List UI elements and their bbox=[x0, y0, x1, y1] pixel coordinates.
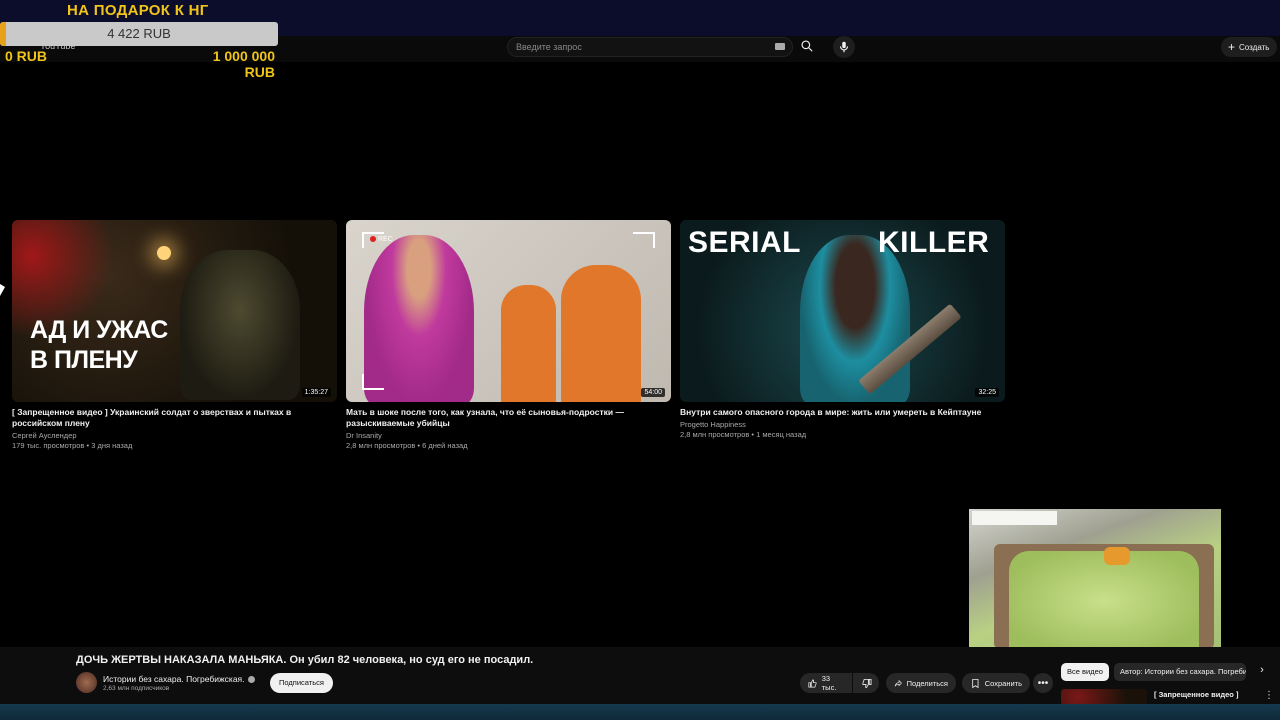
donation-min-label: 0 RUB bbox=[5, 48, 48, 64]
channel-avatar[interactable] bbox=[76, 672, 97, 693]
like-count: 33 тыс. bbox=[821, 674, 837, 692]
thumbnail-art bbox=[180, 250, 300, 400]
create-button[interactable]: + Создать bbox=[1221, 37, 1277, 57]
webcam-overlay bbox=[969, 509, 1221, 651]
related-video-thumbnail[interactable] bbox=[1061, 689, 1147, 705]
save-button[interactable]: Сохранить bbox=[962, 673, 1030, 693]
channel-name[interactable]: Dr Insanity bbox=[346, 431, 671, 441]
subscriber-count: 2,63 млн подписчиков bbox=[103, 685, 170, 692]
video-thumbnail[interactable]: SERIAL KILLER 32:25 bbox=[680, 220, 1005, 402]
share-label: Поделиться bbox=[906, 678, 948, 688]
video-meta: 179 тыс. просмотров • 3 дня назад bbox=[12, 441, 133, 450]
donation-current-amount: 4 422 RUB bbox=[107, 26, 171, 41]
now-playing-title[interactable]: ДОЧЬ ЖЕРТВЫ НАКАЗАЛА МАНЬЯКА. Он убил 82… bbox=[76, 654, 533, 666]
channel-name-text: Истории без сахара. Погребижская. bbox=[103, 674, 245, 684]
video-title[interactable]: Внутри самого опасного города в мире: жи… bbox=[680, 407, 1005, 418]
more-actions-button[interactable]: ••• bbox=[1033, 673, 1053, 693]
channel-name[interactable]: Progetto Happiness bbox=[680, 420, 1005, 430]
thumbnail-caption-line: SERIAL bbox=[688, 226, 802, 259]
subscribe-button[interactable]: Подписаться bbox=[270, 673, 333, 693]
video-duration: 1:35:27 bbox=[301, 388, 331, 397]
channel-name[interactable]: Сергей Ауслендер bbox=[12, 431, 337, 441]
video-meta: 2,8 млн просмотров • 6 дней назад bbox=[346, 441, 468, 450]
share-button[interactable]: Поделиться bbox=[886, 673, 956, 693]
webcam-window bbox=[972, 511, 1057, 525]
search-button[interactable] bbox=[795, 36, 819, 56]
video-title[interactable]: [ Запрещенное видео ] Украинский солдат … bbox=[12, 407, 337, 429]
search-placeholder: Введите запрос bbox=[516, 42, 582, 52]
keyboard-icon[interactable] bbox=[775, 43, 785, 50]
thumbnail-caption-line: В ПЛЕНУ bbox=[30, 346, 138, 374]
search-icon bbox=[801, 40, 813, 52]
video-card[interactable]: REC 54:00 Мать в шоке после того, как уз… bbox=[346, 220, 671, 451]
thumbnail-art bbox=[501, 285, 556, 402]
thumbnail-caption-line: АД И УЖАС bbox=[30, 316, 168, 344]
thumbnail-caption: АД И УЖАС В ПЛЕНУ bbox=[30, 315, 168, 375]
viewfinder-corner bbox=[362, 232, 384, 248]
more-vertical-icon[interactable]: ⋮ bbox=[1264, 690, 1274, 701]
webcam-pillow bbox=[1104, 547, 1130, 565]
video-thumbnail[interactable]: REC 54:00 bbox=[346, 220, 671, 402]
related-video-title[interactable]: [ Запрещенное видео ] bbox=[1154, 690, 1254, 700]
voice-search-button[interactable] bbox=[833, 36, 855, 58]
now-playing-channel[interactable]: Истории без сахара. Погребижская. bbox=[103, 674, 255, 684]
donation-goal-title: НА ПОДАРОК К НГ bbox=[67, 2, 209, 19]
search-input[interactable]: Введите запрос bbox=[507, 37, 793, 57]
viewfinder-corner bbox=[362, 374, 384, 390]
more-horizontal-icon: ••• bbox=[1037, 677, 1049, 689]
verified-icon bbox=[247, 676, 255, 684]
viewfinder-corner bbox=[633, 232, 655, 248]
chip-author[interactable]: Автор: Истории без сахара. Погребижская. bbox=[1114, 663, 1246, 681]
chip-all-videos[interactable]: Все видео bbox=[1061, 663, 1109, 681]
like-button[interactable]: 33 тыс. bbox=[800, 673, 852, 693]
create-label: Создать bbox=[1239, 42, 1270, 52]
thumbnail-art bbox=[800, 235, 910, 402]
share-icon bbox=[894, 679, 902, 687]
thumbnail-art bbox=[157, 246, 171, 260]
thumbnail-caption-line: KILLER bbox=[878, 226, 990, 259]
bookmark-icon bbox=[972, 678, 979, 688]
donation-max-label: 1 000 000 RUB bbox=[212, 48, 275, 80]
video-meta: 2,8 млн просмотров • 1 месяц назад bbox=[680, 430, 807, 439]
video-duration: 32:25 bbox=[975, 388, 999, 397]
webcam-bedsheet bbox=[1009, 551, 1199, 651]
microphone-icon bbox=[839, 41, 849, 53]
video-card[interactable]: АД И УЖАС В ПЛЕНУ 1:35:27 [ Запрещенное … bbox=[12, 220, 337, 451]
plus-icon: + bbox=[1228, 40, 1236, 54]
video-card[interactable]: SERIAL KILLER 32:25 Внутри самого опасно… bbox=[680, 220, 1005, 440]
video-duration: 54:00 bbox=[641, 388, 665, 397]
chevron-right-icon[interactable]: › bbox=[1255, 664, 1269, 680]
os-taskbar bbox=[0, 704, 1280, 720]
thumbnail-art bbox=[561, 265, 641, 402]
save-label: Сохранить bbox=[984, 678, 1022, 688]
thumbs-up-icon bbox=[808, 678, 817, 688]
video-thumbnail[interactable]: АД И УЖАС В ПЛЕНУ 1:35:27 bbox=[12, 220, 337, 402]
thumbs-down-icon bbox=[861, 678, 871, 688]
mouse-cursor-icon bbox=[0, 284, 5, 296]
donation-progress-bar: 4 422 RUB bbox=[0, 22, 278, 46]
dislike-button[interactable] bbox=[853, 673, 879, 693]
video-title[interactable]: Мать в шоке после того, как узнала, что … bbox=[346, 407, 671, 429]
